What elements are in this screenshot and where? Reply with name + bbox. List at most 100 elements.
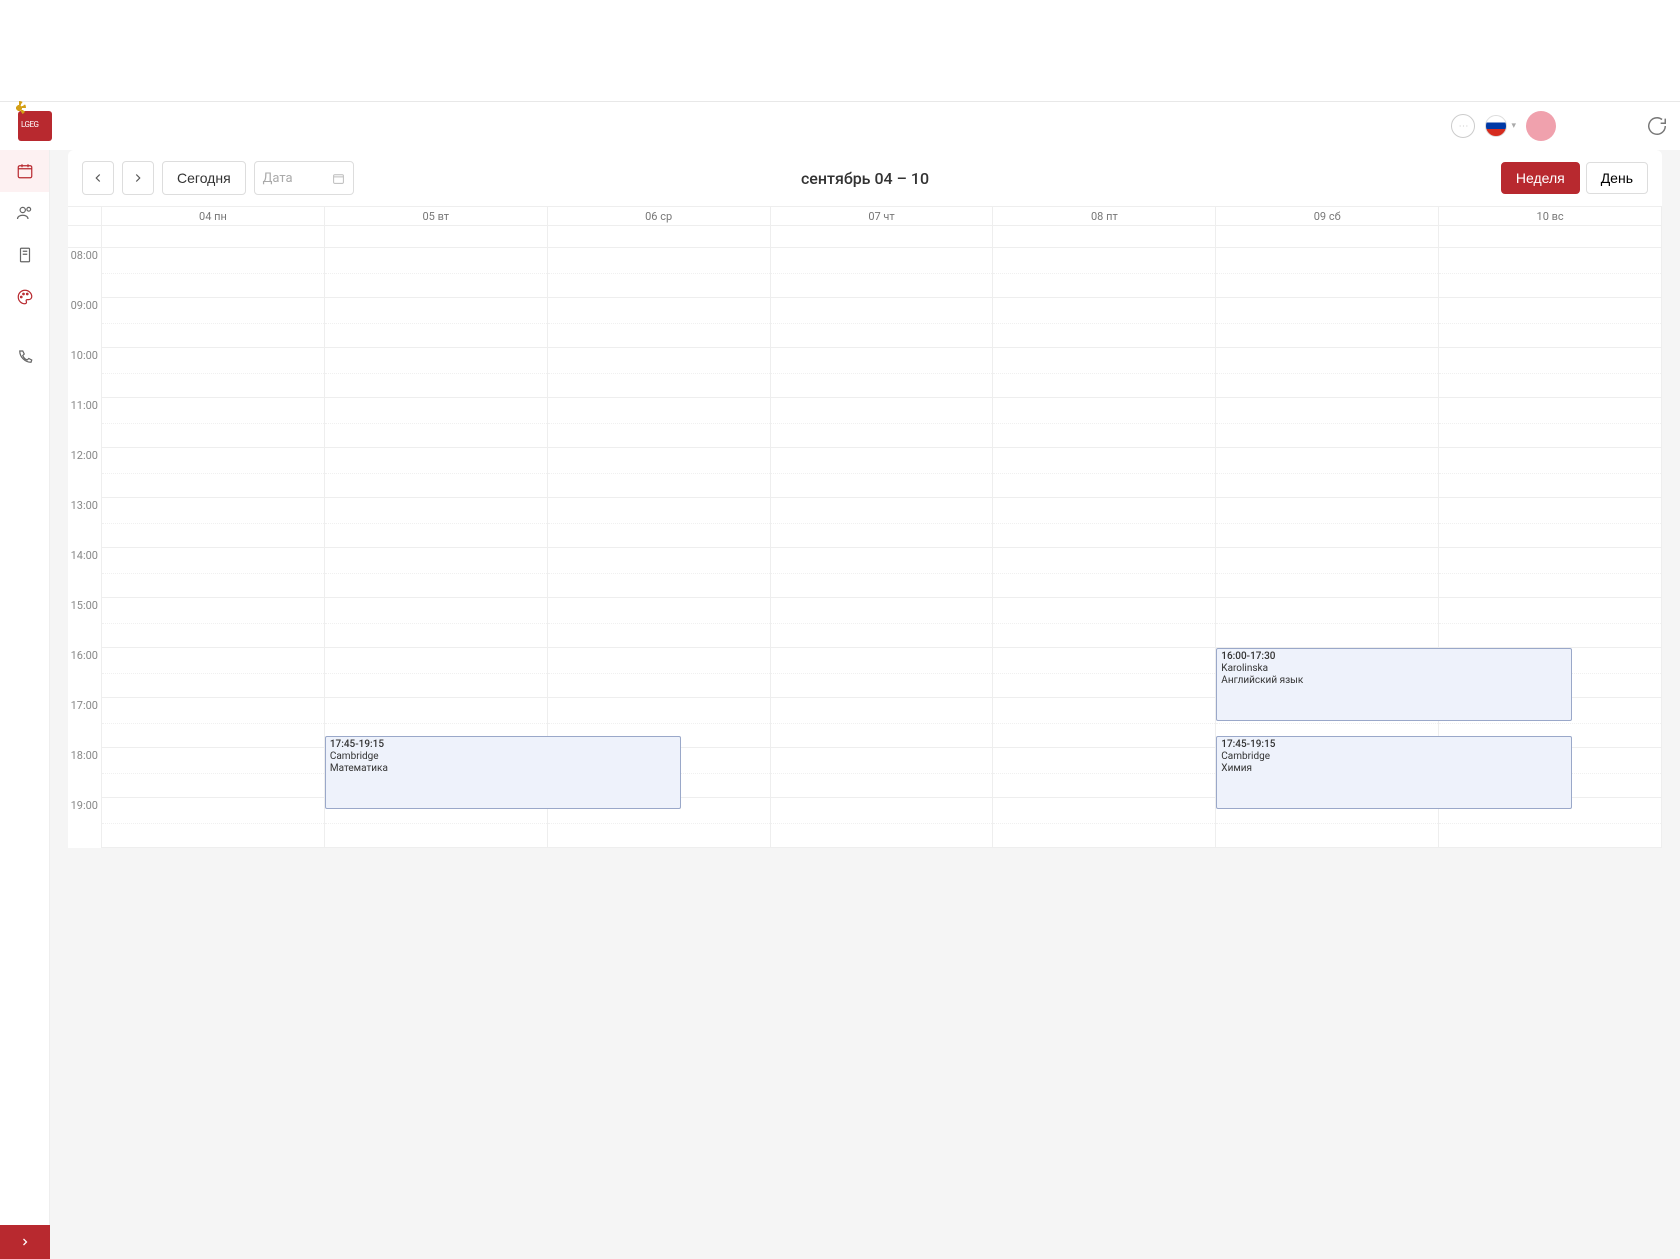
view-day-button[interactable]: День [1586, 162, 1648, 194]
allday-cell[interactable] [1439, 226, 1662, 247]
day-column[interactable] [993, 248, 1216, 848]
hour-cell[interactable] [993, 748, 1215, 798]
hour-cell[interactable] [993, 298, 1215, 348]
allday-cell[interactable] [325, 226, 548, 247]
hour-cell[interactable] [771, 348, 993, 398]
sidebar-item-palette[interactable] [0, 276, 49, 318]
hour-cell[interactable] [1216, 448, 1438, 498]
hour-cell[interactable] [771, 298, 993, 348]
hour-cell[interactable] [1439, 548, 1661, 598]
hour-cell[interactable] [1216, 398, 1438, 448]
hour-cell[interactable] [548, 598, 770, 648]
hour-cell[interactable] [548, 498, 770, 548]
hour-cell[interactable] [1216, 598, 1438, 648]
refresh-icon[interactable] [1646, 115, 1668, 137]
hour-cell[interactable] [325, 548, 547, 598]
hour-cell[interactable] [325, 598, 547, 648]
hour-cell[interactable] [325, 298, 547, 348]
hour-cell[interactable] [102, 498, 324, 548]
hour-cell[interactable] [102, 648, 324, 698]
hour-cell[interactable] [993, 698, 1215, 748]
next-week-button[interactable] [122, 161, 154, 195]
hour-cell[interactable] [548, 548, 770, 598]
user-avatar[interactable] [1526, 111, 1556, 141]
hour-cell[interactable] [771, 648, 993, 698]
hour-cell[interactable] [1216, 498, 1438, 548]
app-logo[interactable]: LGEG [18, 111, 52, 141]
day-column[interactable] [102, 248, 325, 848]
allday-cell[interactable] [771, 226, 994, 247]
hour-cell[interactable] [771, 798, 993, 848]
hour-cell[interactable] [102, 248, 324, 298]
hour-cell[interactable] [1439, 348, 1661, 398]
hour-cell[interactable] [1216, 298, 1438, 348]
view-week-button[interactable]: Неделя [1501, 162, 1580, 194]
hour-cell[interactable] [993, 248, 1215, 298]
hour-cell[interactable] [1439, 498, 1661, 548]
prev-week-button[interactable] [82, 161, 114, 195]
hour-cell[interactable] [1439, 398, 1661, 448]
hour-cell[interactable] [548, 648, 770, 698]
hour-cell[interactable] [325, 348, 547, 398]
hour-cell[interactable] [993, 448, 1215, 498]
hour-cell[interactable] [548, 298, 770, 348]
today-button[interactable]: Сегодня [162, 161, 246, 195]
hour-cell[interactable] [1439, 598, 1661, 648]
hour-cell[interactable] [102, 348, 324, 398]
sidebar-item-phone[interactable] [0, 336, 49, 378]
hour-cell[interactable] [548, 448, 770, 498]
hour-cell[interactable] [993, 648, 1215, 698]
hour-cell[interactable] [325, 498, 547, 548]
hour-cell[interactable] [771, 248, 993, 298]
hour-cell[interactable] [993, 398, 1215, 448]
hour-cell[interactable] [771, 448, 993, 498]
allday-cell[interactable] [102, 226, 325, 247]
hour-cell[interactable] [771, 598, 993, 648]
hour-cell[interactable] [1216, 548, 1438, 598]
calendar-event[interactable]: 17:45-19:15CambridgeМатематика [325, 736, 681, 809]
allday-cell[interactable] [1216, 226, 1439, 247]
hour-cell[interactable] [102, 698, 324, 748]
language-flag-ru[interactable] [1485, 115, 1507, 137]
hour-cell[interactable] [102, 548, 324, 598]
hour-cell[interactable] [771, 698, 993, 748]
sidebar-item-calendar[interactable] [0, 150, 49, 192]
sidebar-item-document[interactable] [0, 234, 49, 276]
sidebar-toggle-button[interactable] [0, 1225, 50, 1259]
date-picker-input[interactable]: Дата [254, 161, 354, 195]
allday-cell[interactable] [548, 226, 771, 247]
hour-cell[interactable] [993, 798, 1215, 848]
hour-cell[interactable] [1439, 448, 1661, 498]
hour-cell[interactable] [771, 398, 993, 448]
day-column[interactable] [771, 248, 994, 848]
hour-cell[interactable] [102, 798, 324, 848]
hour-cell[interactable] [102, 398, 324, 448]
hour-cell[interactable] [771, 498, 993, 548]
hour-cell[interactable] [1439, 298, 1661, 348]
hour-cell[interactable] [548, 248, 770, 298]
hour-cell[interactable] [102, 448, 324, 498]
hour-cell[interactable] [325, 448, 547, 498]
calendar-event[interactable]: 17:45-19:15CambridgeХимия [1216, 736, 1572, 809]
hour-cell[interactable] [548, 348, 770, 398]
sidebar-item-students[interactable] [0, 192, 49, 234]
calendar-event[interactable]: 16:00-17:30KarolinskaАнглийский язык [1216, 648, 1572, 721]
hour-cell[interactable] [993, 498, 1215, 548]
hour-cell[interactable] [771, 548, 993, 598]
hour-cell[interactable] [1216, 348, 1438, 398]
chat-icon[interactable]: ⋯ [1451, 114, 1475, 138]
hour-cell[interactable] [771, 748, 993, 798]
hour-cell[interactable] [993, 598, 1215, 648]
hour-cell[interactable] [102, 298, 324, 348]
hour-cell[interactable] [102, 748, 324, 798]
hour-cell[interactable] [1439, 248, 1661, 298]
hour-cell[interactable] [102, 598, 324, 648]
hour-cell[interactable] [1216, 248, 1438, 298]
hour-cell[interactable] [325, 398, 547, 448]
hour-cell[interactable] [993, 348, 1215, 398]
hour-cell[interactable] [325, 648, 547, 698]
hour-cell[interactable] [993, 548, 1215, 598]
hour-cell[interactable] [548, 398, 770, 448]
hour-cell[interactable] [325, 248, 547, 298]
allday-cell[interactable] [993, 226, 1216, 247]
